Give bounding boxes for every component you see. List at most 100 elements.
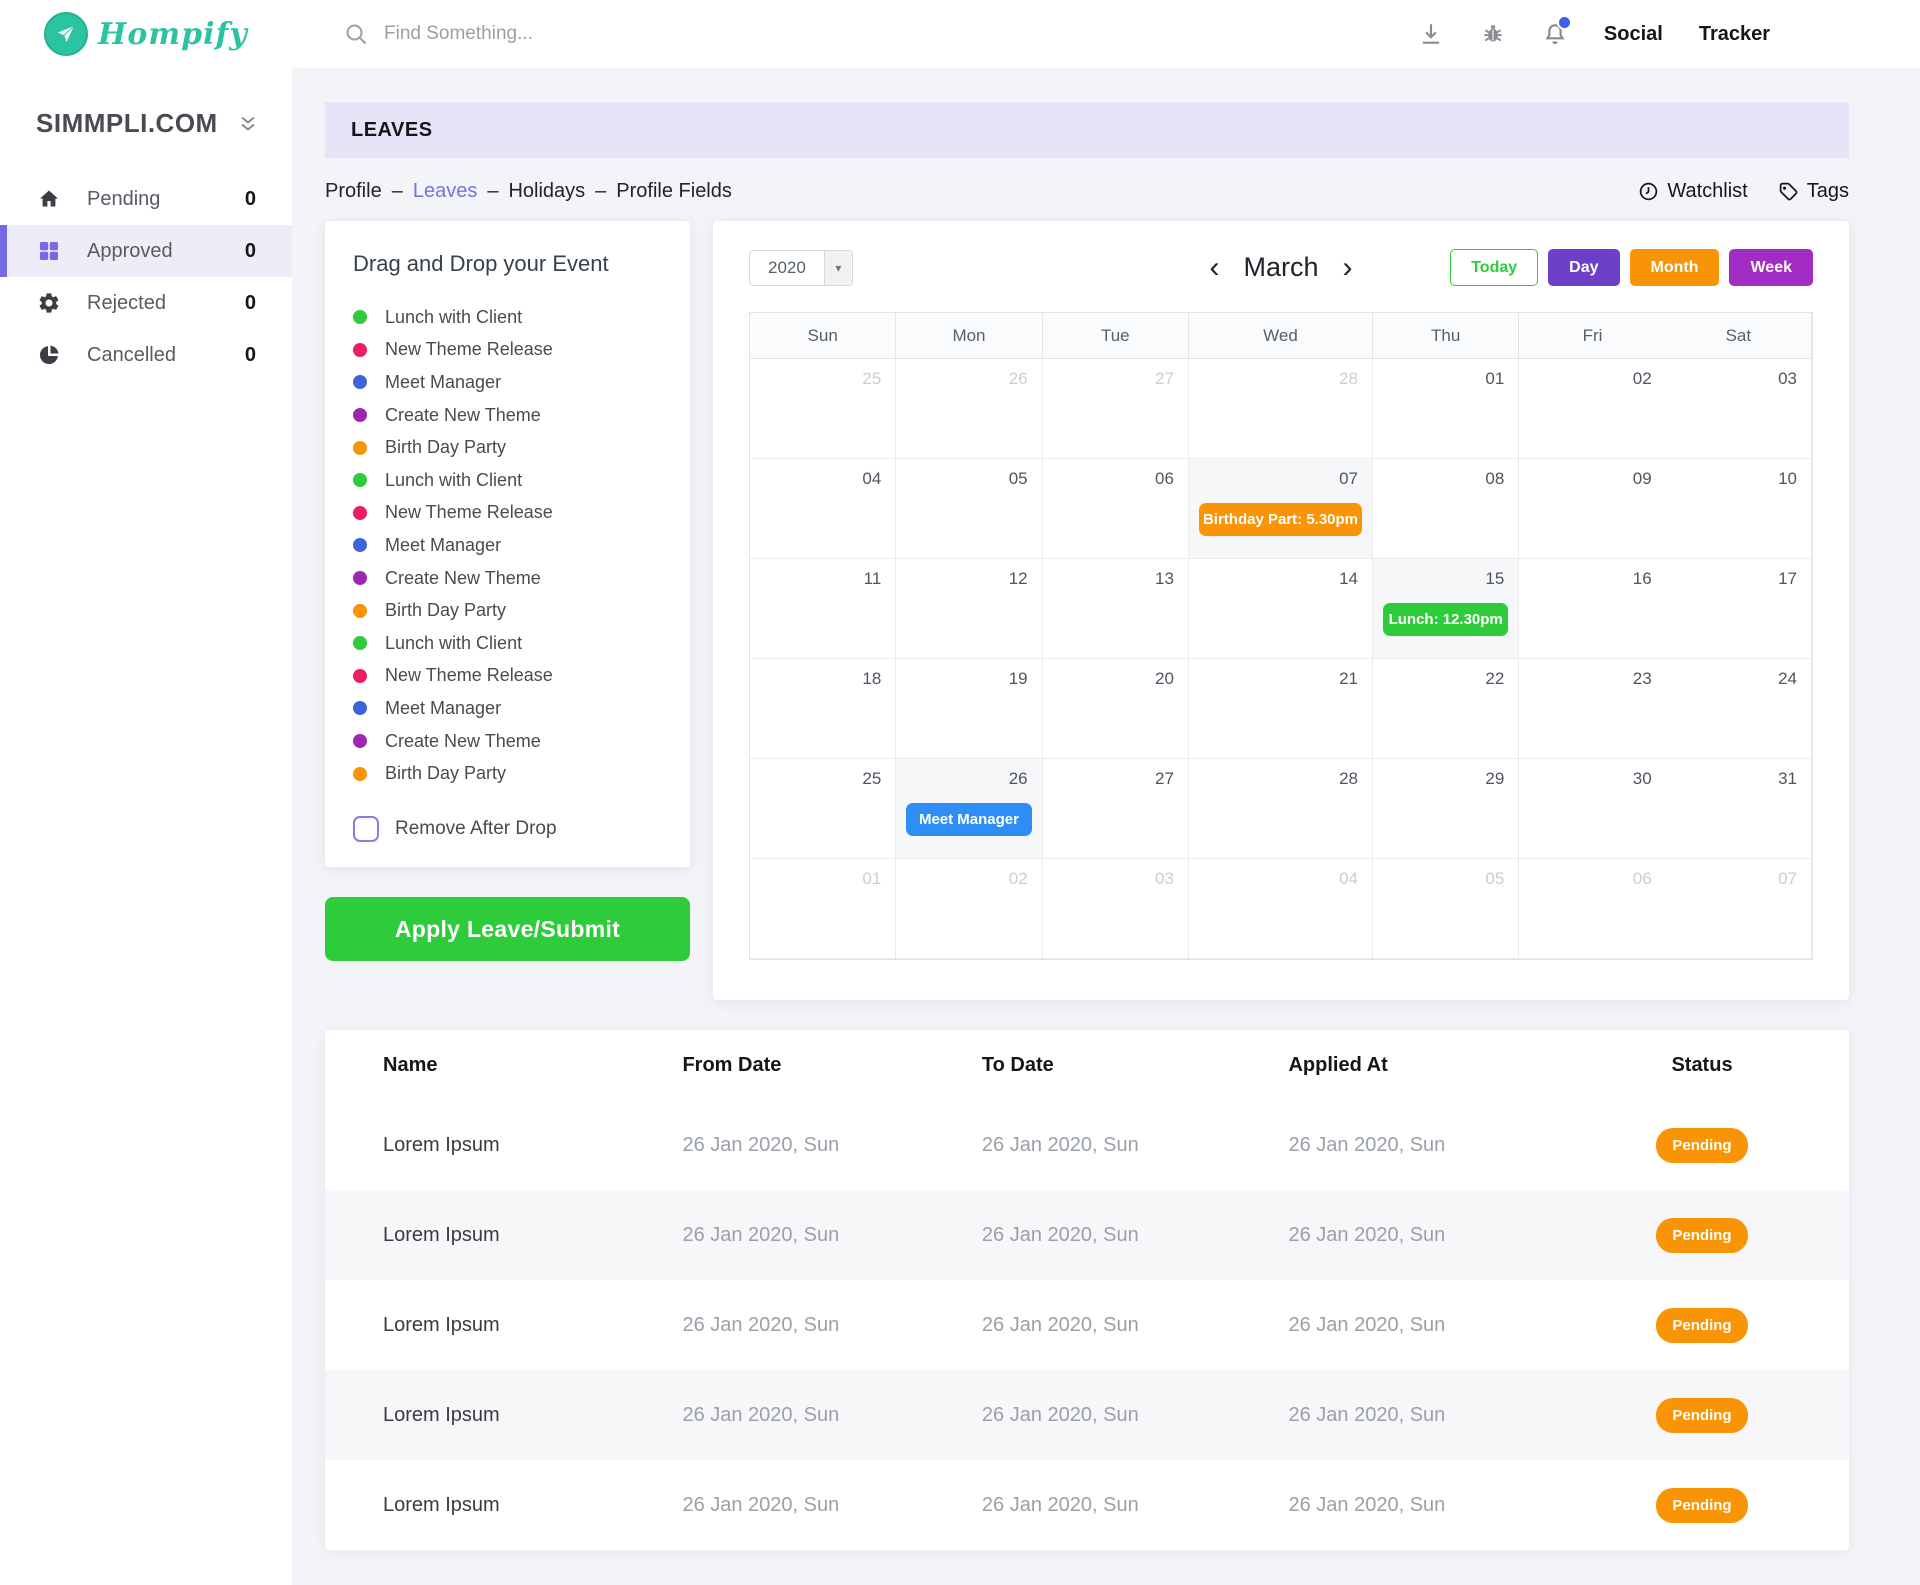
calendar-grid: Sun Mon Tue Wed Thu Fri (749, 312, 1813, 960)
calendar-date-label: 14 (1339, 569, 1358, 589)
calendar-date-label: 07 (1339, 469, 1358, 489)
draggable-event[interactable]: Meet Manager (353, 529, 662, 562)
calendar-day-cell[interactable]: 04 (750, 459, 896, 559)
prev-month-button[interactable]: ‹ (1209, 253, 1219, 283)
calendar-day-cell[interactable]: 18 (750, 659, 896, 759)
calendar-day-cell[interactable]: 21 (1189, 659, 1373, 759)
year-select[interactable]: 2020 ▾ (749, 250, 853, 286)
calendar-day-cell[interactable]: 28 (1189, 759, 1373, 859)
next-month-button[interactable]: › (1343, 253, 1353, 283)
calendar-day-cell[interactable]: 23 (1519, 659, 1665, 759)
view-button[interactable]: Month (1630, 249, 1720, 286)
draggable-event[interactable]: New Theme Release (353, 497, 662, 530)
view-button[interactable]: Day (1548, 249, 1619, 286)
calendar-day-cell[interactable]: 14 (1189, 559, 1373, 659)
calendar-day-cell[interactable]: 20 (1043, 659, 1189, 759)
sidebar-item-count: 0 (245, 240, 256, 263)
home-icon (37, 187, 61, 211)
breadcrumb-holidays[interactable]: Holidays (508, 180, 585, 203)
cell-from-date: 26 Jan 2020, Sun (682, 1494, 981, 1517)
calendar-day-cell[interactable]: 01 (1373, 359, 1519, 459)
calendar-day-cell[interactable]: 08 (1373, 459, 1519, 559)
draggable-event[interactable]: Create New Theme (353, 562, 662, 595)
cell-applied-at: 26 Jan 2020, Sun (1288, 1494, 1595, 1517)
calendar-day-cell[interactable]: 02 (896, 859, 1042, 959)
notifications-bell-icon[interactable] (1542, 21, 1568, 47)
calendar-day-cell[interactable]: 10 (1666, 459, 1812, 559)
calendar-day-header: Wed (1189, 313, 1373, 359)
nav-social[interactable]: Social (1604, 23, 1663, 46)
calendar-day-cell[interactable]: 26 Meet Manager (896, 759, 1042, 859)
calendar-day-cell[interactable]: 13 (1043, 559, 1189, 659)
bug-icon[interactable] (1480, 21, 1506, 47)
sidebar-item-label: Approved (87, 240, 173, 263)
tags-button[interactable]: Tags (1778, 180, 1849, 203)
calendar-day-cell[interactable]: 01 (750, 859, 896, 959)
calendar-day-cell[interactable]: 22 (1373, 659, 1519, 759)
sidebar-item-rejected[interactable]: Rejected 0 (0, 277, 292, 329)
calendar-day-cell[interactable]: 05 (896, 459, 1042, 559)
download-icon[interactable] (1418, 21, 1444, 47)
calendar-day-cell[interactable]: 24 (1666, 659, 1812, 759)
calendar-day-cell[interactable]: 29 (1373, 759, 1519, 859)
draggable-event[interactable]: Birth Day Party (353, 594, 662, 627)
sidebar-item-pending[interactable]: Pending 0 (0, 173, 292, 225)
calendar-day-cell[interactable]: 17 (1666, 559, 1812, 659)
calendar-day-cell[interactable]: 15 Lunch: 12.30pm (1373, 559, 1519, 659)
calendar-day-cell[interactable]: 25 (750, 359, 896, 459)
calendar-day-cell[interactable]: 07 Birthday Part: 5.30pm (1189, 459, 1373, 559)
view-button[interactable]: Today (1450, 249, 1538, 286)
calendar-day-cell[interactable]: 19 (896, 659, 1042, 759)
draggable-event[interactable]: Birth Day Party (353, 757, 662, 790)
draggable-event[interactable]: Birth Day Party (353, 431, 662, 464)
calendar-day-cell[interactable]: 25 (750, 759, 896, 859)
draggable-event[interactable]: Meet Manager (353, 366, 662, 399)
sidebar-item-cancelled[interactable]: Cancelled 0 (0, 329, 292, 381)
calendar-date-label: 18 (862, 669, 881, 689)
watchlist-button[interactable]: Watchlist (1638, 180, 1747, 203)
chevron-double-down-icon[interactable] (236, 112, 260, 136)
draggable-event[interactable]: Meet Manager (353, 692, 662, 725)
calendar-date-label: 03 (1778, 369, 1797, 389)
calendar-day-cell[interactable]: 06 (1043, 459, 1189, 559)
view-button[interactable]: Week (1729, 249, 1813, 286)
calendar-event-pill[interactable]: Meet Manager (906, 803, 1031, 836)
sidebar-item-approved[interactable]: Approved 0 (0, 225, 292, 277)
draggable-event[interactable]: New Theme Release (353, 660, 662, 693)
draggable-event[interactable]: New Theme Release (353, 334, 662, 367)
search-input[interactable] (384, 23, 804, 45)
calendar-day-cell[interactable]: 16 (1519, 559, 1665, 659)
calendar-day-cell[interactable]: 12 (896, 559, 1042, 659)
calendar-day-cell[interactable]: 07 (1666, 859, 1812, 959)
calendar-event-pill[interactable]: Birthday Part: 5.30pm (1199, 503, 1362, 536)
draggable-event[interactable]: Create New Theme (353, 399, 662, 432)
calendar-event-pill[interactable]: Lunch: 12.30pm (1383, 603, 1508, 636)
calendar-day-cell[interactable]: 02 (1519, 359, 1665, 459)
breadcrumb-profile-fields[interactable]: Profile Fields (616, 180, 732, 203)
calendar-day-cell[interactable]: 03 (1043, 859, 1189, 959)
breadcrumb-leaves[interactable]: Leaves (413, 180, 478, 203)
calendar-day-cell[interactable]: 31 (1666, 759, 1812, 859)
calendar-day-cell[interactable]: 27 (1043, 759, 1189, 859)
remove-after-drop-checkbox[interactable] (353, 816, 379, 842)
breadcrumb-profile[interactable]: Profile (325, 180, 382, 203)
calendar-day-cell[interactable]: 03 (1666, 359, 1812, 459)
calendar-day-cell[interactable]: 06 (1519, 859, 1665, 959)
nav-tracker[interactable]: Tracker (1699, 23, 1770, 46)
calendar-day-cell[interactable]: 30 (1519, 759, 1665, 859)
draggable-event[interactable]: Create New Theme (353, 725, 662, 758)
draggable-event[interactable]: Lunch with Client (353, 301, 662, 334)
topbar-right: Social Tracker (1418, 21, 1770, 47)
search-bar (344, 22, 804, 46)
logo[interactable]: Hompify (0, 12, 292, 56)
calendar-day-cell[interactable]: 04 (1189, 859, 1373, 959)
calendar-day-cell[interactable]: 09 (1519, 459, 1665, 559)
draggable-event[interactable]: Lunch with Client (353, 464, 662, 497)
apply-leave-submit-button[interactable]: Apply Leave/Submit (325, 897, 690, 961)
calendar-day-cell[interactable]: 28 (1189, 359, 1373, 459)
calendar-day-cell[interactable]: 11 (750, 559, 896, 659)
calendar-day-cell[interactable]: 05 (1373, 859, 1519, 959)
calendar-day-cell[interactable]: 27 (1043, 359, 1189, 459)
calendar-day-cell[interactable]: 26 (896, 359, 1042, 459)
draggable-event[interactable]: Lunch with Client (353, 627, 662, 660)
